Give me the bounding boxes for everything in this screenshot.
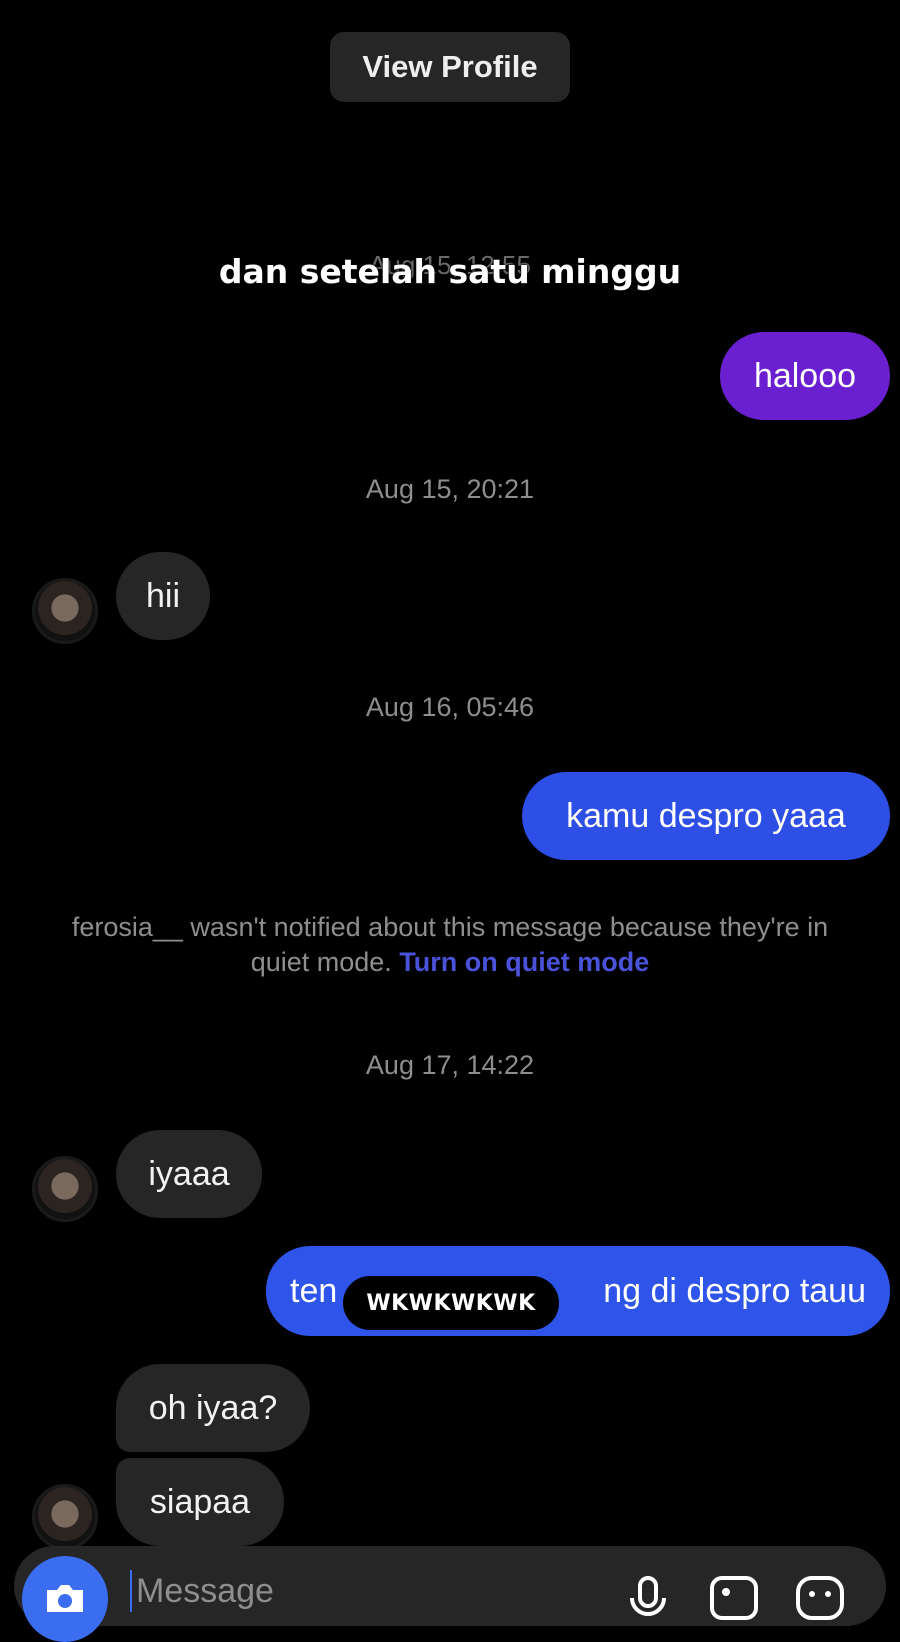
message-text: kamu despro yaaa (566, 796, 846, 835)
incoming-message-bubble[interactable]: oh iyaa? (116, 1364, 310, 1452)
message-text: oh iyaa? (148, 1388, 278, 1427)
message-text: hii (145, 576, 181, 615)
sticker-text-overlay: WKWKWKWK (343, 1276, 559, 1330)
message-text: halooo (753, 356, 857, 395)
message-text: siapaa (149, 1482, 251, 1521)
message-input[interactable] (130, 1570, 638, 1612)
video-caption-overlay: dan setelah satu minggu (218, 252, 682, 291)
camera-button[interactable] (22, 1556, 108, 1642)
quiet-mode-notice: ferosia__ wasn't notified about this mes… (60, 910, 840, 980)
sticker-icon[interactable] (792, 1570, 848, 1626)
outgoing-message-bubble[interactable]: kamu despro yaaa (522, 772, 890, 860)
view-profile-button[interactable]: View Profile (330, 32, 570, 102)
timestamp: Aug 17, 14:22 (365, 1050, 535, 1080)
message-text-end: ng di despro tauu (603, 1271, 866, 1310)
message-text-start: ten (290, 1271, 338, 1310)
incoming-message-bubble[interactable]: hii (116, 552, 210, 640)
timestamp: Aug 16, 05:46 (365, 692, 535, 722)
message-text: iyaaa (148, 1154, 230, 1193)
microphone-icon[interactable] (620, 1570, 676, 1626)
incoming-message-bubble[interactable]: iyaaa (116, 1130, 262, 1218)
avatar[interactable] (32, 1484, 98, 1550)
gallery-icon[interactable] (706, 1570, 762, 1626)
avatar[interactable] (32, 1156, 98, 1222)
avatar[interactable] (32, 578, 98, 644)
turn-on-quiet-mode-link[interactable]: Turn on quiet mode (399, 947, 649, 977)
timestamp: Aug 15, 20:21 (365, 474, 535, 504)
camera-icon (47, 1585, 83, 1612)
incoming-message-bubble[interactable]: siapaa (116, 1458, 284, 1546)
outgoing-message-bubble[interactable]: halooo (720, 332, 890, 420)
